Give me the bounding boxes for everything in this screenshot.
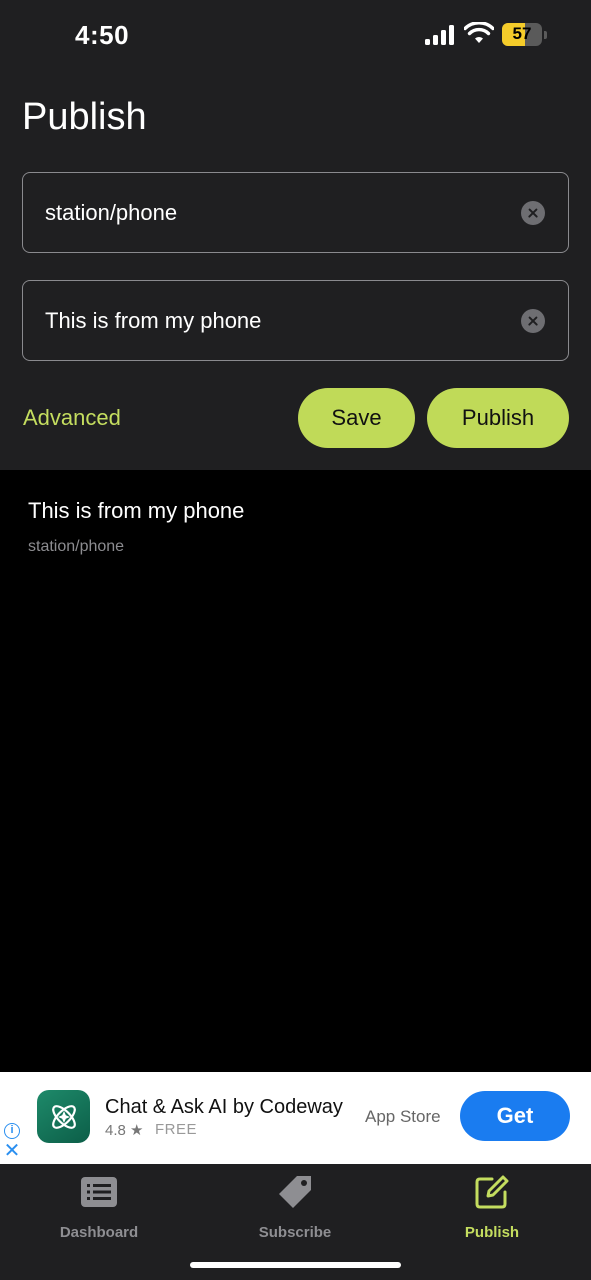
clear-message-icon[interactable] [521,309,545,333]
ad-app-icon[interactable] [37,1090,90,1143]
wifi-icon [464,22,494,43]
ad-rating: 4.8 ★ [105,1122,144,1139]
advanced-link[interactable]: Advanced [23,405,121,431]
ad-info-icon[interactable]: i [4,1123,20,1139]
message-text: This is from my phone [28,498,245,523]
status-time: 4:50 [75,20,130,50]
tag-icon [279,1176,311,1208]
list-item[interactable]: This is from my phone station/phone [28,498,244,556]
save-button[interactable]: Save [298,388,415,448]
ad-get-button[interactable]: Get [460,1091,570,1141]
status-bar: 4:50 57 [0,0,591,70]
tab-publish[interactable]: Publish [427,1174,557,1244]
topic-field[interactable]: station/phone [22,172,569,253]
topic-field-value: station/phone [45,200,178,225]
cellular-signal-icon [425,25,455,45]
battery-percent: 57 [512,24,532,43]
ad-title[interactable]: Chat & Ask AI by Codeway [105,1096,343,1119]
ad-price: FREE [155,1121,198,1138]
home-indicator [190,1262,401,1268]
tab-dashboard[interactable]: Dashboard [34,1174,164,1244]
ai-star-icon [51,1104,76,1129]
ad-store-label: App Store [365,1107,441,1126]
ad-close-icon[interactable]: ✕ [3,1141,21,1161]
page-title: Publish [22,96,147,138]
tab-label: Dashboard [59,1224,139,1241]
message-field[interactable]: This is from my phone [22,280,569,361]
message-field-value: This is from my phone [45,308,262,333]
publish-button[interactable]: Publish [427,388,569,448]
tab-label: Subscribe [258,1224,332,1241]
battery-icon: 57 [502,23,548,47]
edit-square-icon [475,1175,509,1209]
tab-subscribe[interactable]: Subscribe [230,1174,360,1244]
tab-label: Publish [464,1224,520,1241]
list-icon [81,1177,117,1207]
clear-topic-icon[interactable] [521,201,545,225]
message-topic: station/phone [28,538,125,555]
